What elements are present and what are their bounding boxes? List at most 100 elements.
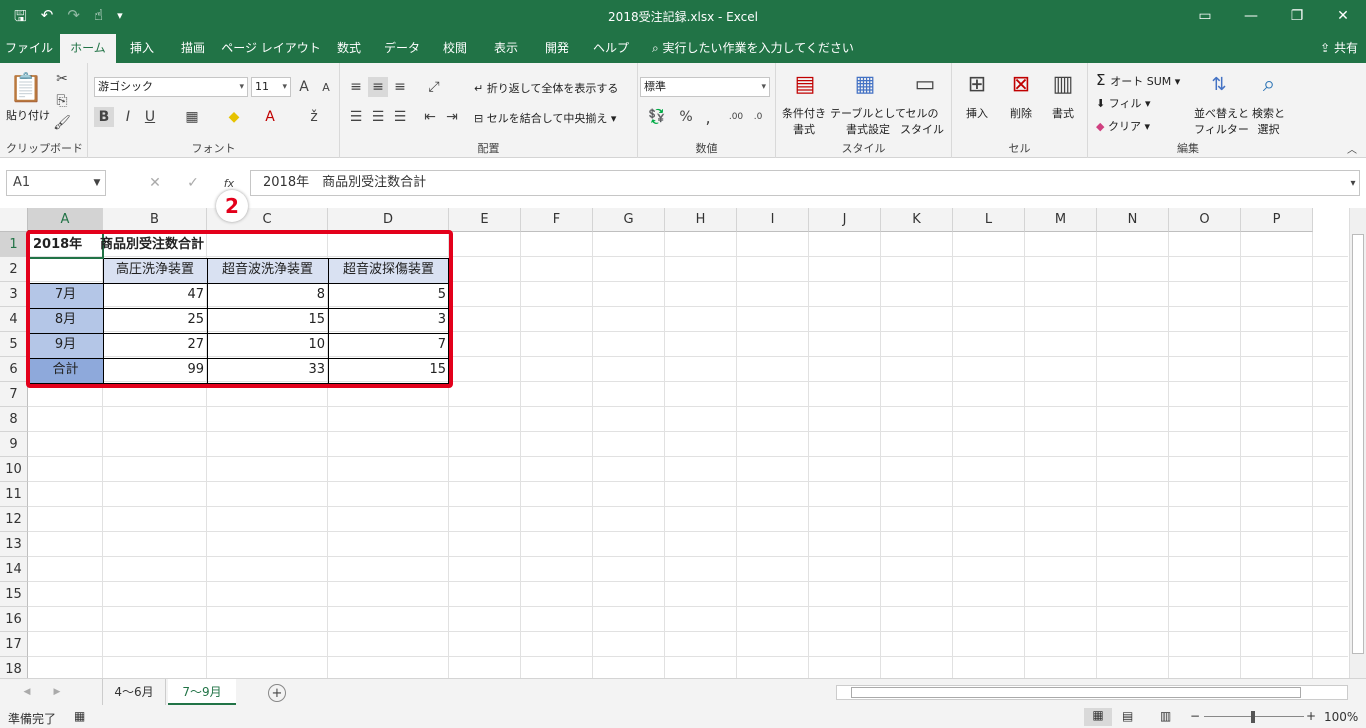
- row-header-11[interactable]: 11: [0, 482, 28, 507]
- underline-button[interactable]: U: [140, 107, 160, 127]
- column-header-k[interactable]: K: [881, 208, 953, 232]
- row-header-8[interactable]: 8: [0, 407, 28, 432]
- cut-icon[interactable]: ✂: [52, 69, 72, 89]
- align-top-icon[interactable]: ≡: [346, 77, 366, 97]
- tab-insert[interactable]: 挿入: [118, 34, 166, 63]
- zoom-slider-thumb[interactable]: [1251, 711, 1255, 723]
- formula-input[interactable]: 2018年 商品別受注数合計: [250, 170, 1360, 196]
- conditional-format-button[interactable]: 条件付き 書式: [782, 105, 826, 137]
- increase-indent-icon[interactable]: ⇥: [442, 107, 462, 127]
- autosum-button[interactable]: Σ オート SUM ▾: [1096, 71, 1180, 89]
- conditional-format-icon[interactable]: ▤: [790, 69, 820, 99]
- ribbon-display-icon[interactable]: ▭: [1182, 0, 1228, 32]
- expand-formula-icon[interactable]: ▾: [1346, 176, 1360, 190]
- accounting-format-icon[interactable]: 💱: [642, 107, 672, 127]
- row-header-16[interactable]: 16: [0, 607, 28, 632]
- tab-home[interactable]: ホーム: [60, 34, 116, 63]
- close-icon[interactable]: ✕: [1320, 0, 1366, 32]
- copy-icon[interactable]: ⎘: [52, 91, 72, 111]
- column-header-p[interactable]: P: [1241, 208, 1313, 232]
- number-format-combo[interactable]: 標準: [640, 77, 770, 97]
- format-painter-icon[interactable]: 🖌: [52, 113, 72, 133]
- font-name-combo[interactable]: 游ゴシック: [94, 77, 248, 97]
- tab-view[interactable]: 表示: [482, 34, 530, 63]
- zoom-in-icon[interactable]: +: [1306, 709, 1316, 723]
- row-header-5[interactable]: 5: [0, 332, 28, 357]
- column-header-o[interactable]: O: [1169, 208, 1241, 232]
- tab-data[interactable]: データ: [376, 34, 428, 63]
- column-header-d[interactable]: D: [328, 208, 449, 232]
- row-header-12[interactable]: 12: [0, 507, 28, 532]
- row-header-1[interactable]: 1: [0, 232, 28, 257]
- vertical-scroll-thumb[interactable]: [1352, 234, 1364, 654]
- format-as-table-button[interactable]: テーブルとして 書式設定: [830, 105, 906, 137]
- row-header-3[interactable]: 3: [0, 282, 28, 307]
- merge-center-button[interactable]: ⊟ セルを結合して中央揃え ▾: [474, 110, 616, 126]
- row-header-15[interactable]: 15: [0, 582, 28, 607]
- sort-filter-button[interactable]: 並べ替えと フィルター: [1194, 105, 1249, 137]
- find-select-icon[interactable]: ⌕: [1254, 69, 1284, 99]
- row-header-4[interactable]: 4: [0, 307, 28, 332]
- column-header-n[interactable]: N: [1097, 208, 1169, 232]
- insert-cells-label[interactable]: 挿入: [966, 105, 988, 121]
- tab-file[interactable]: ファイル: [0, 34, 58, 63]
- column-header-f[interactable]: F: [521, 208, 593, 232]
- wrap-text-button[interactable]: ↵ 折り返して全体を表示する: [474, 80, 618, 96]
- row-header-17[interactable]: 17: [0, 632, 28, 657]
- add-sheet-icon[interactable]: +: [268, 684, 286, 702]
- horizontal-scroll-thumb[interactable]: [851, 687, 1301, 698]
- row-header-14[interactable]: 14: [0, 557, 28, 582]
- font-size-combo[interactable]: 11: [251, 77, 291, 97]
- bold-button[interactable]: B: [94, 107, 114, 127]
- increase-decimal-icon[interactable]: .00: [726, 107, 746, 127]
- column-header-a[interactable]: A: [28, 208, 103, 232]
- prev-sheet-icon[interactable]: ◀: [20, 685, 34, 699]
- row-header-6[interactable]: 6: [0, 357, 28, 382]
- percent-button[interactable]: %: [676, 107, 696, 127]
- sheet-tab-jul-sep[interactable]: 7～9月: [168, 679, 236, 705]
- fill-color-icon[interactable]: ◆: [224, 107, 244, 127]
- fill-button[interactable]: ⬇ フィル ▾: [1096, 95, 1151, 111]
- align-middle-icon[interactable]: ≡: [368, 77, 388, 97]
- zoom-level[interactable]: 100%: [1324, 710, 1358, 724]
- grow-font-icon[interactable]: A: [294, 77, 314, 97]
- zoom-out-icon[interactable]: −: [1190, 709, 1200, 723]
- name-box-dropdown-icon[interactable]: ▼: [90, 176, 104, 190]
- select-all-corner[interactable]: [0, 208, 28, 232]
- paste-label[interactable]: 貼り付け: [6, 107, 50, 123]
- row-header-10[interactable]: 10: [0, 457, 28, 482]
- format-cells-icon[interactable]: ▥: [1048, 69, 1078, 99]
- italic-button[interactable]: I: [118, 107, 138, 127]
- tab-draw[interactable]: 描画: [168, 34, 218, 63]
- tab-review[interactable]: 校閲: [430, 34, 480, 63]
- align-left-icon[interactable]: ☰: [346, 107, 366, 127]
- cancel-icon[interactable]: ✕: [146, 174, 164, 192]
- next-sheet-icon[interactable]: ▶: [50, 685, 64, 699]
- row-header-2[interactable]: 2: [0, 257, 28, 282]
- sort-filter-icon[interactable]: ⇅: [1204, 69, 1234, 99]
- tell-me-box[interactable]: ⌕ 実行したい作業を入力してください: [652, 34, 854, 63]
- minimize-icon[interactable]: —: [1228, 0, 1274, 32]
- tab-formulas[interactable]: 数式: [324, 34, 374, 63]
- tab-page-layout[interactable]: ページ レイアウト: [220, 34, 322, 63]
- column-header-g[interactable]: G: [593, 208, 665, 232]
- align-right-icon[interactable]: ☰: [390, 107, 410, 127]
- insert-cells-icon[interactable]: ⊞: [962, 69, 992, 99]
- row-header-13[interactable]: 13: [0, 532, 28, 557]
- row-header-9[interactable]: 9: [0, 432, 28, 457]
- delete-cells-label[interactable]: 削除: [1010, 105, 1032, 121]
- normal-view-icon[interactable]: ▦: [1084, 708, 1112, 726]
- enter-icon[interactable]: ✓: [184, 174, 202, 192]
- align-center-icon[interactable]: ☰: [368, 107, 388, 127]
- collapse-ribbon-icon[interactable]: ︿: [1344, 141, 1360, 156]
- format-as-table-icon[interactable]: ▦: [850, 69, 880, 99]
- sheet-tab-apr-jun[interactable]: 4～6月: [102, 679, 166, 705]
- row-header-18[interactable]: 18: [0, 657, 28, 678]
- format-cells-label[interactable]: 書式: [1052, 105, 1074, 121]
- share-button[interactable]: ⇪ 共有: [1320, 34, 1358, 63]
- tab-developer[interactable]: 開発: [532, 34, 582, 63]
- cell-styles-button[interactable]: セルの スタイル: [900, 105, 944, 137]
- orientation-icon[interactable]: ⤢: [424, 77, 444, 97]
- column-header-m[interactable]: M: [1025, 208, 1097, 232]
- cell-styles-icon[interactable]: ▭: [910, 69, 940, 99]
